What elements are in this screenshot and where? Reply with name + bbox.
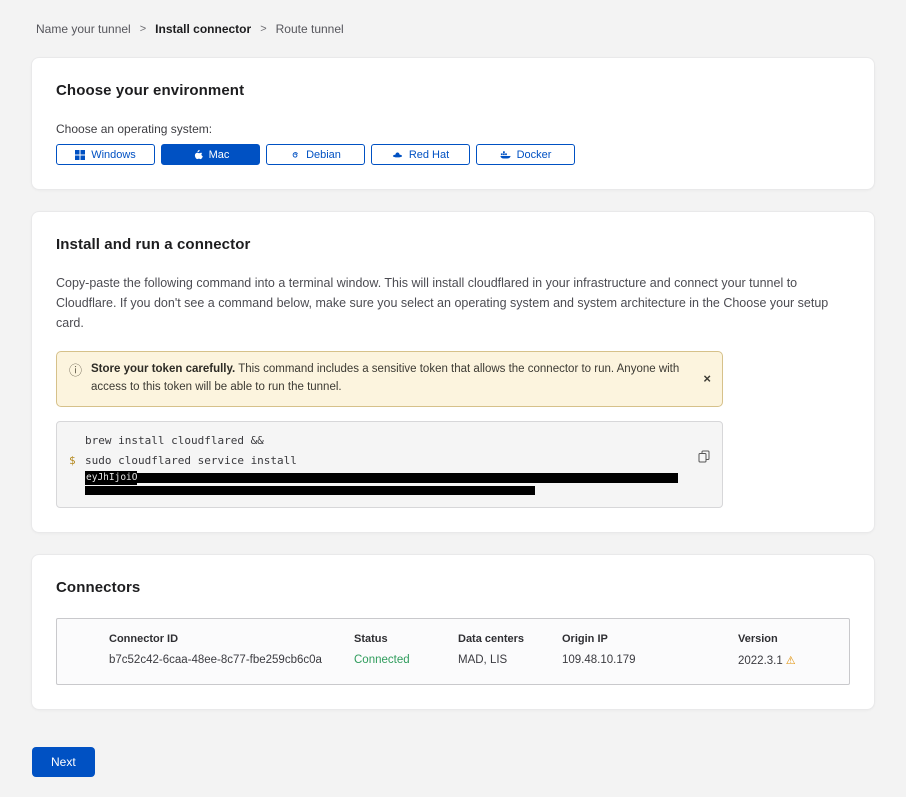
cell-data-centers: MAD, LIS (458, 654, 562, 667)
table-header-row: Connector ID Status Data centers Origin … (57, 619, 849, 645)
connectors-card-title: Connectors (56, 579, 850, 596)
breadcrumb-separator: > (260, 23, 266, 35)
token-prefix: eyJhIjoiO (85, 471, 137, 485)
cell-origin-ip: 109.48.10.179 (562, 654, 738, 667)
token-line-redacted (85, 485, 678, 495)
apple-icon (192, 149, 203, 160)
breadcrumb: Name your tunnel > Install connector > R… (31, 22, 875, 36)
token-line-redacted: eyJhIjoiO (85, 471, 678, 485)
install-description: Copy-paste the following command into a … (56, 273, 850, 333)
redaction-bar (85, 486, 535, 495)
install-connector-card: Install and run a connector Copy-paste t… (31, 211, 875, 533)
os-button-group: Windows Mac Debian Red Hat (56, 144, 850, 165)
command-line-2: sudo cloudflared service install (85, 451, 678, 471)
os-button-mac[interactable]: Mac (161, 144, 260, 165)
install-command-codeblock: $ brew install cloudflared && sudo cloud… (56, 421, 723, 508)
cell-version: 2022.3.1⚠ (738, 654, 849, 667)
copy-icon[interactable] (698, 450, 710, 466)
breadcrumb-step-name-your-tunnel[interactable]: Name your tunnel (36, 22, 131, 36)
breadcrumb-step-route-tunnel[interactable]: Route tunnel (276, 22, 344, 36)
table-row: b7c52c42-6caa-48ee-8c77-fbe259cb6c0a Con… (57, 645, 849, 684)
os-button-redhat[interactable]: Red Hat (371, 144, 470, 165)
os-button-windows[interactable]: Windows (56, 144, 155, 165)
col-header-data-centers: Data centers (458, 633, 562, 645)
os-button-label: Mac (209, 149, 230, 161)
col-header-connector-id: Connector ID (109, 633, 354, 645)
environment-card: Choose your environment Choose an operat… (31, 57, 875, 190)
col-header-origin-ip: Origin IP (562, 633, 738, 645)
token-warning-bold: Store your token carefully. (91, 363, 235, 375)
os-button-label: Red Hat (409, 149, 449, 161)
os-select-label: Choose an operating system: (56, 122, 850, 136)
install-card-title: Install and run a connector (56, 236, 850, 253)
cell-connector-id: b7c52c42-6caa-48ee-8c77-fbe259cb6c0a (109, 654, 354, 667)
status-badge: Connected (354, 654, 458, 667)
next-button[interactable]: Next (32, 747, 95, 777)
breadcrumb-separator: > (140, 23, 146, 35)
connectors-table: Connector ID Status Data centers Origin … (56, 618, 850, 685)
command-line-1: brew install cloudflared && (85, 431, 678, 451)
os-button-debian[interactable]: Debian (266, 144, 365, 165)
col-header-status: Status (354, 633, 458, 645)
close-icon[interactable]: × (703, 372, 711, 385)
os-button-label: Docker (517, 149, 552, 161)
col-header-version: Version (738, 633, 849, 645)
environment-card-title: Choose your environment (56, 82, 850, 99)
info-icon: ⓘ (69, 361, 82, 381)
os-button-docker[interactable]: Docker (476, 144, 575, 165)
os-button-label: Debian (306, 149, 341, 161)
warning-icon: ⚠ (786, 655, 796, 667)
redhat-icon (392, 149, 403, 160)
token-warning-alert: ⓘ Store your token carefully. This comma… (56, 351, 723, 407)
debian-icon (290, 150, 300, 160)
page: Name your tunnel > Install connector > R… (0, 0, 906, 797)
connectors-card: Connectors Connector ID Status Data cent… (31, 554, 875, 710)
breadcrumb-step-install-connector[interactable]: Install connector (155, 22, 251, 36)
os-button-label: Windows (91, 149, 136, 161)
docker-icon (500, 149, 511, 160)
redaction-bar (137, 473, 678, 483)
shell-prompt: $ (69, 451, 76, 471)
windows-icon (75, 150, 85, 160)
